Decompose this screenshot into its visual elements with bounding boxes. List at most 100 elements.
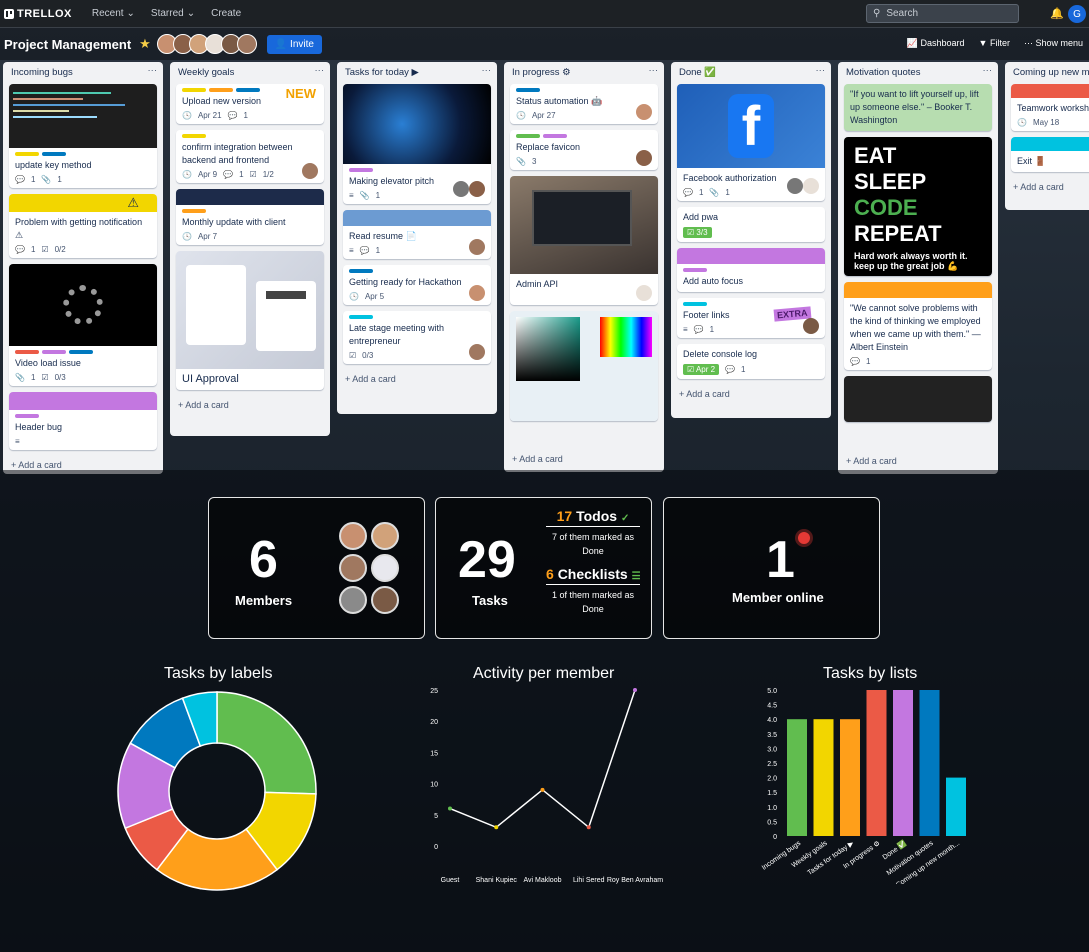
description-icon: ≡	[683, 325, 688, 334]
card[interactable]: EAT SLEEP CODE REPEAT Hard work always w…	[844, 137, 992, 276]
card[interactable]: Exit 🚪	[1011, 137, 1089, 172]
avatar[interactable]	[803, 318, 819, 334]
card[interactable]: confirm integration between backend and …	[176, 130, 324, 183]
user-avatar[interactable]: G	[1068, 5, 1086, 23]
card-title: Add pwa	[683, 212, 719, 222]
search-input[interactable]: ⚲ Search	[866, 4, 1019, 23]
list-title[interactable]: In progress ⚙	[512, 67, 571, 78]
card[interactable]: Late stage meeting with entrepreneur ☑ 0/…	[343, 311, 491, 364]
data-point[interactable]	[540, 787, 545, 792]
add-card-button[interactable]: + Add a card	[343, 370, 491, 392]
card[interactable]: Getting ready for Hackathon 🕓 Apr 5	[343, 265, 491, 305]
card[interactable]: ⚠ Problem with getting notification ⚠ 💬 1…	[9, 194, 157, 258]
card[interactable]: f Facebook authorization 💬 1 📎 1	[677, 84, 825, 201]
filter-button[interactable]: ▼ Filter	[979, 38, 1010, 49]
avatar[interactable]	[469, 344, 485, 360]
data-point[interactable]	[633, 688, 637, 692]
bar[interactable]	[840, 719, 860, 836]
card[interactable]	[510, 311, 658, 421]
avatar[interactable]	[636, 104, 652, 120]
comment-icon: 💬	[850, 357, 860, 366]
clock-icon: 🕓	[516, 111, 526, 120]
dashboard-button[interactable]: 📈 Dashboard	[907, 38, 965, 49]
add-card-button[interactable]: + Add a card	[176, 396, 324, 418]
list-title[interactable]: Done ✅	[679, 67, 716, 78]
add-card-button[interactable]: + Add a card	[1011, 178, 1083, 200]
avatar[interactable]	[339, 554, 367, 582]
avatar[interactable]	[339, 586, 367, 614]
card[interactable]: Header bug ≡	[9, 392, 157, 450]
board-members[interactable]	[156, 34, 257, 54]
nav-create[interactable]: Create	[205, 8, 247, 19]
star-icon[interactable]: ★	[139, 36, 151, 52]
avatar[interactable]	[371, 554, 399, 582]
card-title: confirm integration between backend and …	[182, 142, 293, 165]
add-card-button[interactable]: + Add a card	[677, 385, 825, 407]
card[interactable]: UI Approval	[176, 251, 324, 390]
card[interactable]: Monthly update with client 🕓 Apr 7	[176, 189, 324, 245]
bell-icon[interactable]: 🔔	[1050, 7, 1064, 20]
list-title[interactable]: Weekly goals	[178, 67, 234, 78]
list-title[interactable]: Tasks for today ▶	[345, 67, 419, 78]
card[interactable]: Making elevator pitch ≡ 📎 1	[343, 84, 491, 204]
more-icon[interactable]: ···	[816, 65, 826, 76]
more-icon[interactable]: ···	[983, 65, 993, 76]
y-tick-label: 2.5	[767, 761, 777, 768]
avatar[interactable]	[803, 178, 819, 194]
more-icon[interactable]: ···	[482, 65, 492, 76]
avatar[interactable]	[636, 285, 652, 301]
card[interactable]: "If you want to lift yourself up, lift u…	[844, 84, 992, 131]
bar[interactable]	[866, 690, 887, 836]
show-menu-button[interactable]: ⋯ Show menu	[1024, 38, 1083, 49]
avatar[interactable]	[469, 181, 485, 197]
avatar[interactable]	[469, 285, 485, 301]
donut-slice[interactable]	[216, 691, 317, 795]
add-card-button[interactable]: + Add a card	[510, 450, 658, 472]
card[interactable]: Add pwa ☑ 3/3	[677, 207, 825, 242]
bar[interactable]	[787, 719, 807, 836]
y-tick-label: 4.5	[767, 703, 777, 710]
bar[interactable]	[946, 777, 966, 836]
tasks-stat-card: 29 Tasks 17 Todos ✓ 7 of them marked as …	[435, 497, 652, 639]
board-title[interactable]: Project Management	[4, 37, 131, 52]
avatar[interactable]	[787, 178, 803, 194]
list-title[interactable]: Coming up new mon	[1013, 67, 1089, 78]
more-icon[interactable]: ···	[148, 65, 158, 76]
members-label: Members	[235, 593, 293, 608]
card[interactable]: Add auto focus	[677, 248, 825, 292]
card[interactable]: Read resume 📄 ≡ 💬 1	[343, 210, 491, 259]
card[interactable]: NEW Upload new version 🕓 Apr 21 💬 1	[176, 84, 324, 124]
avatar[interactable]	[339, 522, 367, 550]
card[interactable]	[844, 376, 992, 422]
card[interactable]: Delete console log ☑ Apr 2 💬 1	[677, 344, 825, 379]
card[interactable]: Status automation 🤖 🕓 Apr 27	[510, 84, 658, 124]
card[interactable]: Replace favicon 📎 3	[510, 130, 658, 170]
list-title[interactable]: Incoming bugs	[11, 67, 73, 78]
nav-starred[interactable]: Starred ⌄	[145, 8, 201, 19]
avatar[interactable]	[469, 239, 485, 255]
list-title[interactable]: Motivation quotes	[846, 67, 920, 78]
card[interactable]: "We cannot solve problems with the kind …	[844, 282, 992, 370]
more-icon[interactable]: ···	[649, 65, 659, 76]
avatar[interactable]	[371, 522, 399, 550]
invite-button[interactable]: 👤 Invite	[266, 34, 322, 54]
bar[interactable]	[919, 690, 940, 836]
card[interactable]: Teamwork workshop 👥🎯 🕓May 18	[1011, 84, 1089, 131]
avatar[interactable]	[636, 150, 652, 166]
avatar[interactable]	[236, 34, 257, 54]
card[interactable]: update key method 💬 1 📎 1	[9, 84, 157, 188]
data-point[interactable]	[448, 806, 452, 811]
bar[interactable]	[893, 690, 913, 836]
bar[interactable]	[813, 719, 834, 836]
avatar[interactable]	[371, 586, 399, 614]
data-point[interactable]	[494, 825, 499, 830]
more-icon[interactable]: ···	[315, 65, 325, 76]
card[interactable]: Video load issue 📎 1 ☑ 0/3	[9, 264, 157, 386]
avatar[interactable]	[302, 163, 318, 179]
avatar[interactable]	[453, 181, 469, 197]
card[interactable]: Admin API	[510, 176, 658, 305]
app-logo[interactable]: TRELLOX	[4, 8, 72, 20]
card[interactable]: EXTRA Footer links ≡ 💬 1	[677, 298, 825, 338]
nav-recent[interactable]: Recent ⌄	[86, 8, 141, 19]
data-point[interactable]	[586, 825, 591, 830]
